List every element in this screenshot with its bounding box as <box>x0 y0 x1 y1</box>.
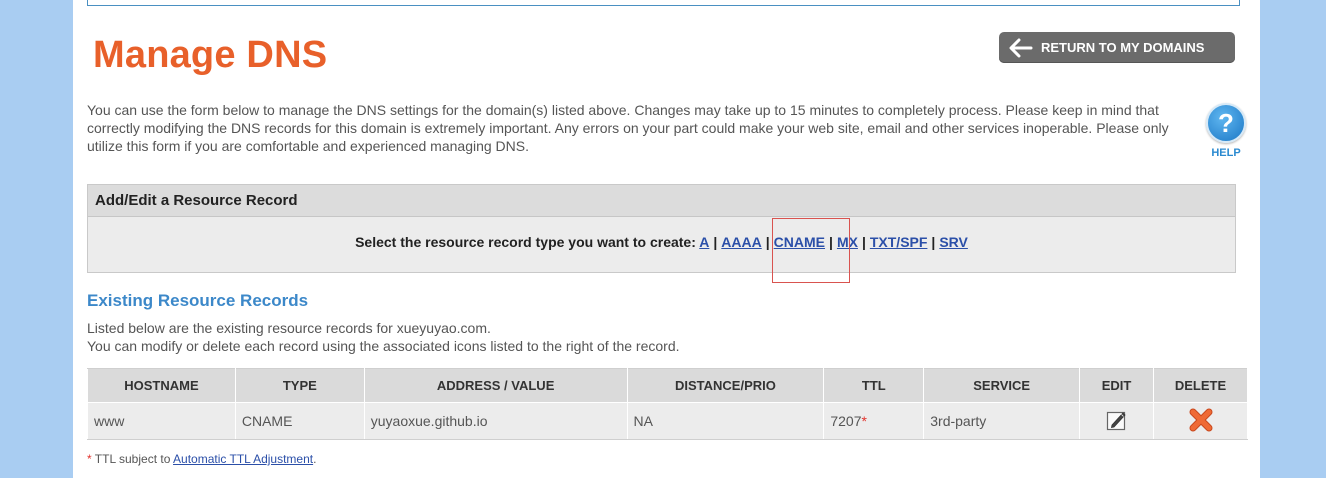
record-type-selector: Select the resource record type you want… <box>88 234 1235 250</box>
edit-pencil-icon[interactable] <box>1106 409 1128 434</box>
cell-delete <box>1153 402 1248 440</box>
cell-ttl: 7207* <box>823 402 925 440</box>
cell-address: yuyaoxue.github.io <box>363 402 628 440</box>
separator: | <box>861 234 866 250</box>
record-type-link-mx[interactable]: MX <box>837 234 858 250</box>
existing-records-heading: Existing Resource Records <box>87 291 309 310</box>
return-to-my-domains-button[interactable]: RETURN TO MY DOMAINS <box>999 32 1235 63</box>
record-type-link-txt-spf[interactable]: TXT/SPF <box>870 234 928 250</box>
page-title: Manage DNS <box>93 34 328 76</box>
help-label: HELP <box>1211 147 1241 159</box>
arrow-left-icon <box>1009 38 1033 57</box>
cell-edit <box>1079 402 1154 440</box>
column-header-address: ADDRESS / VALUE <box>363 368 628 403</box>
record-type-link-aaaa[interactable]: AAAA <box>721 234 761 250</box>
separator: | <box>931 234 936 250</box>
footnote-text: TTL subject to <box>91 452 174 466</box>
domain-list-frame <box>87 0 1240 6</box>
records-table: HOSTNAME TYPE ADDRESS / VALUE DISTANCE/P… <box>87 368 1248 440</box>
existing-records-line-1: Listed below are the existing resource r… <box>87 320 491 336</box>
column-header-edit: EDIT <box>1079 368 1154 403</box>
return-button-label: RETURN TO MY DOMAINS <box>1041 40 1205 55</box>
automatic-ttl-adjustment-link[interactable]: Automatic TTL Adjustment <box>173 452 313 466</box>
column-header-type: TYPE <box>234 368 365 403</box>
help-button[interactable]: ? HELP <box>1204 103 1248 159</box>
column-header-delete: DELETE <box>1153 368 1248 403</box>
cell-hostname: www <box>87 402 236 440</box>
ttl-asterisk: * <box>861 413 867 429</box>
footnote-end: . <box>313 452 317 466</box>
record-type-link-srv[interactable]: SRV <box>939 234 968 250</box>
delete-x-icon[interactable] <box>1188 408 1214 435</box>
record-type-link-a[interactable]: A <box>699 234 709 250</box>
help-icon: ? <box>1206 103 1246 143</box>
table-row: www CNAME yuyaoxue.github.io NA 7207* 3r… <box>87 402 1248 440</box>
add-edit-record-panel: Add/Edit a Resource Record Select the re… <box>87 184 1236 273</box>
record-type-prompt: Select the resource record type you want… <box>355 234 696 250</box>
cell-service: 3rd-party <box>923 402 1081 440</box>
separator: | <box>713 234 718 250</box>
separator: | <box>765 234 770 250</box>
existing-records-line-2: You can modify or delete each record usi… <box>87 338 680 354</box>
column-header-hostname: HOSTNAME <box>87 368 236 403</box>
existing-records-description: Listed below are the existing resource r… <box>87 319 680 355</box>
ttl-value: 7207 <box>830 413 862 429</box>
table-header-row: HOSTNAME TYPE ADDRESS / VALUE DISTANCE/P… <box>87 368 1248 403</box>
column-header-ttl: TTL <box>823 368 925 403</box>
add-edit-record-heading: Add/Edit a Resource Record <box>88 185 1235 217</box>
ttl-footnote: * TTL subject to Automatic TTL Adjustmen… <box>87 452 316 466</box>
separator: | <box>829 234 833 250</box>
column-header-distance: DISTANCE/PRIO <box>626 368 825 403</box>
intro-text: You can use the form below to manage the… <box>87 102 1169 154</box>
record-type-link-cname[interactable]: CNAME <box>774 234 825 250</box>
cell-distance: NA <box>626 402 825 440</box>
cell-type: CNAME <box>234 402 365 440</box>
column-header-service: SERVICE <box>923 368 1081 403</box>
page-content: Manage DNS RETURN TO MY DOMAINS You can … <box>73 0 1260 478</box>
